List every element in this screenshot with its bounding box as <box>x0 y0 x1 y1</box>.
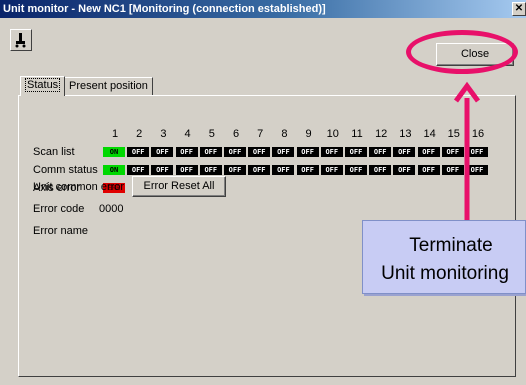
callout-line-1: Terminate <box>409 235 493 256</box>
annotation-arrow <box>453 81 481 222</box>
callout-line-2: Unit monitoring <box>381 263 509 284</box>
annotation-callout: Terminate Unit monitoring <box>362 220 526 294</box>
tab-status[interactable]: Status <box>20 76 66 96</box>
tab-status-label: Status <box>25 78 61 92</box>
